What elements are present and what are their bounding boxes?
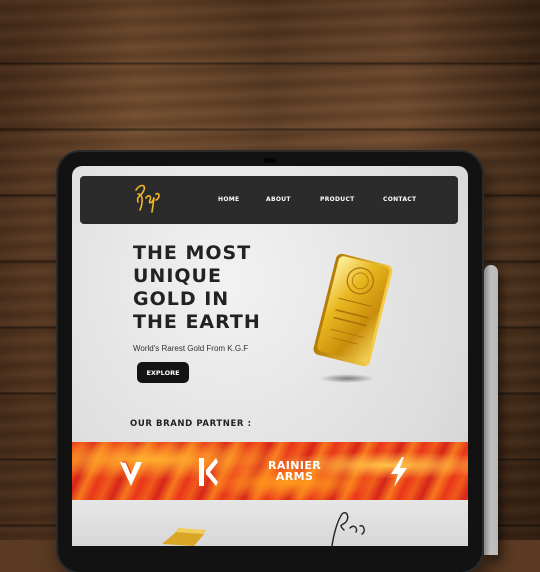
hero-title-line: UNIQUE	[133, 265, 222, 287]
hero-subtitle: World's Rarest Gold From K.G.F	[133, 344, 249, 353]
brand-partner-heading: OUR BRAND PARTNER :	[130, 419, 252, 429]
hero-title: THE MOST UNIQUE GOLD IN THE EARTH	[133, 242, 308, 334]
nav-contact-link[interactable]: CONTACT	[383, 196, 416, 203]
explore-button[interactable]: EXPLORE	[137, 362, 189, 383]
nav-home-link[interactable]: HOME	[218, 196, 239, 203]
nav-product-link[interactable]: PRODUCT	[320, 196, 355, 203]
rocky-signature-image	[331, 512, 365, 546]
rainier-arms-logo[interactable]: RAINIER ARMS	[268, 460, 321, 482]
k-logo-icon[interactable]	[196, 456, 220, 488]
hero-title-line: THE EARTH	[133, 311, 261, 333]
gold-bar-shadow	[319, 374, 375, 383]
hero-title-line: GOLD IN	[133, 288, 230, 310]
rocky-logo-icon[interactable]	[130, 180, 164, 216]
camera-notch	[264, 158, 276, 163]
gold-bars-image	[162, 528, 206, 546]
brand-partner-band: RAINIER ARMS	[72, 442, 468, 500]
lightning-logo-icon[interactable]	[388, 456, 410, 488]
top-navbar: HOME ABOUT PRODUCT CONTACT	[80, 176, 458, 224]
rainier-line2: ARMS	[275, 470, 314, 483]
nav-about-link[interactable]: ABOUT	[266, 196, 291, 203]
stylus-pencil	[484, 265, 498, 555]
website-screen: HOME ABOUT PRODUCT CONTACT THE MOST UNIQ…	[72, 166, 468, 546]
hero-title-line: THE MOST	[133, 242, 252, 264]
v-logo-icon[interactable]	[118, 458, 144, 488]
gold-bar-image	[313, 253, 393, 367]
